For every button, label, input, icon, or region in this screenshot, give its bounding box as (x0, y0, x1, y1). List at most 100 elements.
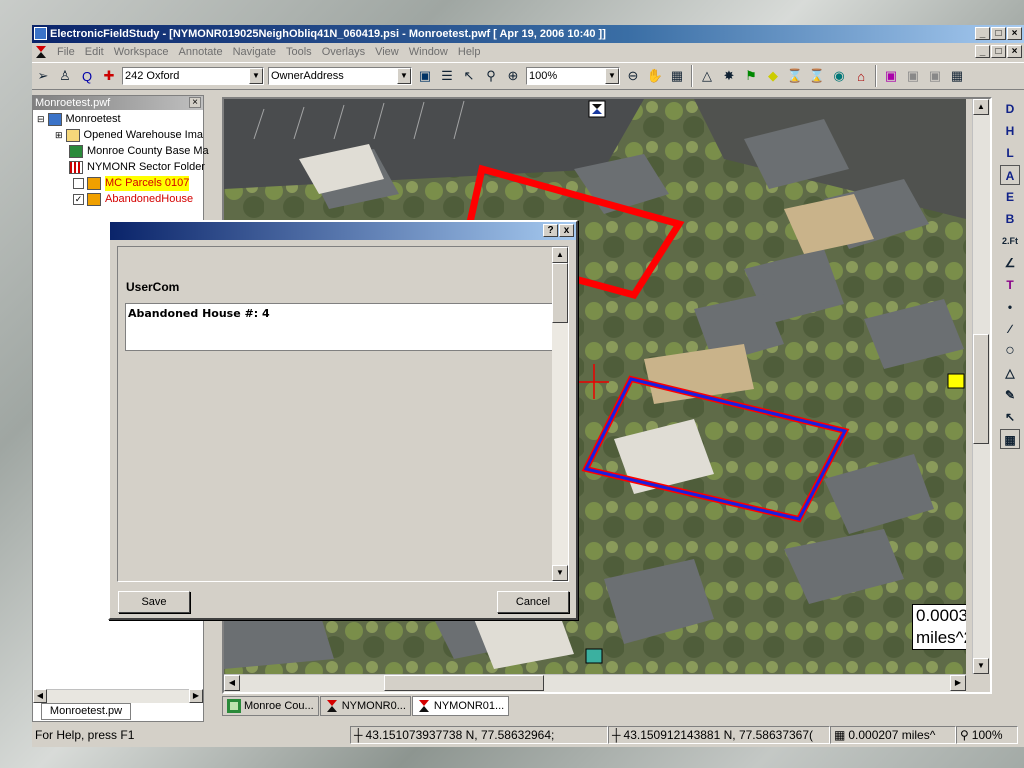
scroll-down-icon[interactable]: ▼ (973, 658, 989, 674)
camera-icon[interactable]: ◉ (829, 66, 849, 86)
tree-item-abandoned-house[interactable]: ✓ AbandonedHouse (73, 192, 193, 207)
scroll-right-icon[interactable]: ▶ (189, 689, 203, 703)
layer-checkbox[interactable]: ✓ (73, 194, 84, 205)
close-button[interactable]: × (1007, 27, 1022, 40)
menu-workspace[interactable]: Workspace (109, 46, 174, 58)
maximize-button[interactable]: □ (991, 27, 1006, 40)
map-layer-icon (69, 145, 83, 158)
query-tool-icon[interactable]: Q (77, 66, 97, 86)
scroll-thumb-horizontal[interactable] (384, 675, 544, 691)
length-icon[interactable]: L (1000, 143, 1020, 163)
pointer-icon[interactable]: ↖ (1000, 407, 1020, 427)
zoom-out-icon[interactable]: ⊖ (623, 66, 643, 86)
map-horizontal-scrollbar[interactable]: ◀ ▶ (224, 674, 966, 692)
bridge-icon[interactable]: ◆ (763, 66, 783, 86)
doc-close-button[interactable]: × (1007, 45, 1022, 58)
status-bar: For Help, press F1 ┼ 43.151073937738 N, 7… (32, 725, 1024, 745)
zoom-in-icon[interactable]: ⊕ (503, 66, 523, 86)
panel-horizontal-scrollbar[interactable]: ◀ ▶ (33, 689, 203, 703)
pointer-icon[interactable]: ↖ (459, 66, 479, 86)
menu-annotate[interactable]: Annotate (174, 46, 228, 58)
layer-gray-icon[interactable]: ▣ (903, 66, 923, 86)
menu-window[interactable]: Window (404, 46, 453, 58)
tab-monroe-county[interactable]: Monroe Cou... (222, 696, 319, 716)
elevation-icon[interactable]: E (1000, 187, 1020, 207)
layer-icon[interactable]: ▣ (881, 66, 901, 86)
menu-edit[interactable]: Edit (80, 46, 109, 58)
ruler-icon[interactable]: 2.Ft (1000, 231, 1020, 251)
chevron-down-icon[interactable]: ▼ (605, 68, 619, 84)
cancel-button[interactable]: Cancel (497, 591, 569, 613)
layer-gray2-icon[interactable]: ▣ (925, 66, 945, 86)
doc-minimize-button[interactable]: _ (975, 45, 990, 58)
locate-tool-icon[interactable]: ✚ (99, 66, 119, 86)
polygon-icon[interactable]: △ (1000, 363, 1020, 383)
map-vertical-scrollbar[interactable]: ▲ ▼ (972, 99, 990, 674)
height-icon[interactable]: H (1000, 121, 1020, 141)
point-icon[interactable]: • (1000, 297, 1020, 317)
scroll-thumb[interactable] (973, 334, 989, 444)
bearing-icon[interactable]: B (1000, 209, 1020, 229)
circle-icon[interactable]: ○ (1000, 341, 1020, 361)
tree-item-parcels[interactable]: MC Parcels 0107 (73, 176, 190, 191)
usercom-input[interactable]: Abandoned House #: 4 (125, 303, 557, 351)
chevron-down-icon[interactable]: ▼ (249, 68, 263, 84)
crosshair-icon: ┼ (354, 728, 363, 742)
scroll-right-icon[interactable]: ▶ (950, 675, 966, 691)
doc-restore-button[interactable]: □ (991, 45, 1006, 58)
walk-tool-icon[interactable]: ♙ (55, 66, 75, 86)
workspace-tab[interactable]: Monroetest.pw (41, 703, 131, 720)
oblique-red-icon[interactable]: ⌛ (807, 66, 827, 86)
menu-file[interactable]: File (52, 46, 80, 58)
dialog-help-button[interactable]: ? (543, 224, 558, 237)
tab-nymonr-2[interactable]: NYMONR01... (411, 696, 510, 716)
tree-item-root[interactable]: ⊟ Monroetest (37, 112, 121, 127)
scroll-left-icon[interactable]: ◀ (224, 675, 240, 691)
full-extent-icon[interactable]: ▦ (667, 66, 687, 86)
tree-item-sector-folder[interactable]: NYMONR Sector Folder (69, 160, 205, 175)
menu-tools[interactable]: Tools (281, 46, 317, 58)
properties-icon[interactable]: ▦ (1000, 429, 1020, 449)
dialog-close-button[interactable]: x (559, 224, 574, 237)
menu-overlays[interactable]: Overlays (317, 46, 370, 58)
dialog-vertical-scrollbar[interactable]: ▲ ▼ (552, 247, 568, 581)
scroll-thumb[interactable] (552, 263, 568, 323)
menu-help[interactable]: Help (453, 46, 486, 58)
tree-item-warehouse[interactable]: ⊞ Opened Warehouse Ima (55, 128, 203, 143)
flag-icon[interactable]: ⚑ (741, 66, 761, 86)
scroll-up-icon[interactable]: ▲ (973, 99, 989, 115)
menu-view[interactable]: View (370, 46, 404, 58)
hand-icon[interactable]: ✋ (645, 66, 665, 86)
address-combo[interactable]: 242 Oxford ▼ (122, 67, 264, 85)
zoom-combo[interactable]: 100% ▼ (526, 67, 620, 85)
scroll-up-icon[interactable]: ▲ (552, 247, 568, 263)
chevron-down-icon[interactable]: ▼ (397, 68, 411, 84)
network-icon[interactable]: ✸ (719, 66, 739, 86)
tile-icon[interactable]: ▦ (947, 66, 967, 86)
house-icon[interactable]: ⌂ (851, 66, 871, 86)
angle-icon[interactable]: ∠ (1000, 253, 1020, 273)
tab-nymonr-1[interactable]: NYMONR0... (319, 696, 411, 716)
text-icon[interactable]: T (1000, 275, 1020, 295)
select-tool-icon[interactable]: ➢ (33, 66, 53, 86)
layer-checkbox[interactable] (73, 178, 84, 189)
scroll-left-icon[interactable]: ◀ (33, 689, 47, 703)
menu-navigate[interactable]: Navigate (228, 46, 281, 58)
toolbar-separator (875, 65, 877, 87)
field-combo[interactable]: OwnerAddress ▼ (268, 67, 412, 85)
zoom-icon[interactable]: ⚲ (481, 66, 501, 86)
image-icon[interactable]: ▣ (415, 66, 435, 86)
minimize-button[interactable]: _ (975, 27, 990, 40)
panel-close-button[interactable]: × (189, 97, 201, 108)
d-arrow-icon[interactable]: D (1000, 99, 1020, 119)
tree-item-base-map[interactable]: Monroe County Base Ma (69, 144, 209, 159)
measure-icon[interactable]: △ (697, 66, 717, 86)
pan-select-icon[interactable]: ☰ (437, 66, 457, 86)
oblique-black-icon[interactable]: ⌛ (785, 66, 805, 86)
line-icon[interactable]: ∕ (1000, 319, 1020, 339)
eraser-icon[interactable]: ✎ (1000, 385, 1020, 405)
save-button[interactable]: Save (118, 591, 190, 613)
scroll-down-icon[interactable]: ▼ (552, 565, 568, 581)
area-icon[interactable]: A (1000, 165, 1020, 185)
status-area: ▦ 0.000207 miles^ (830, 726, 956, 744)
